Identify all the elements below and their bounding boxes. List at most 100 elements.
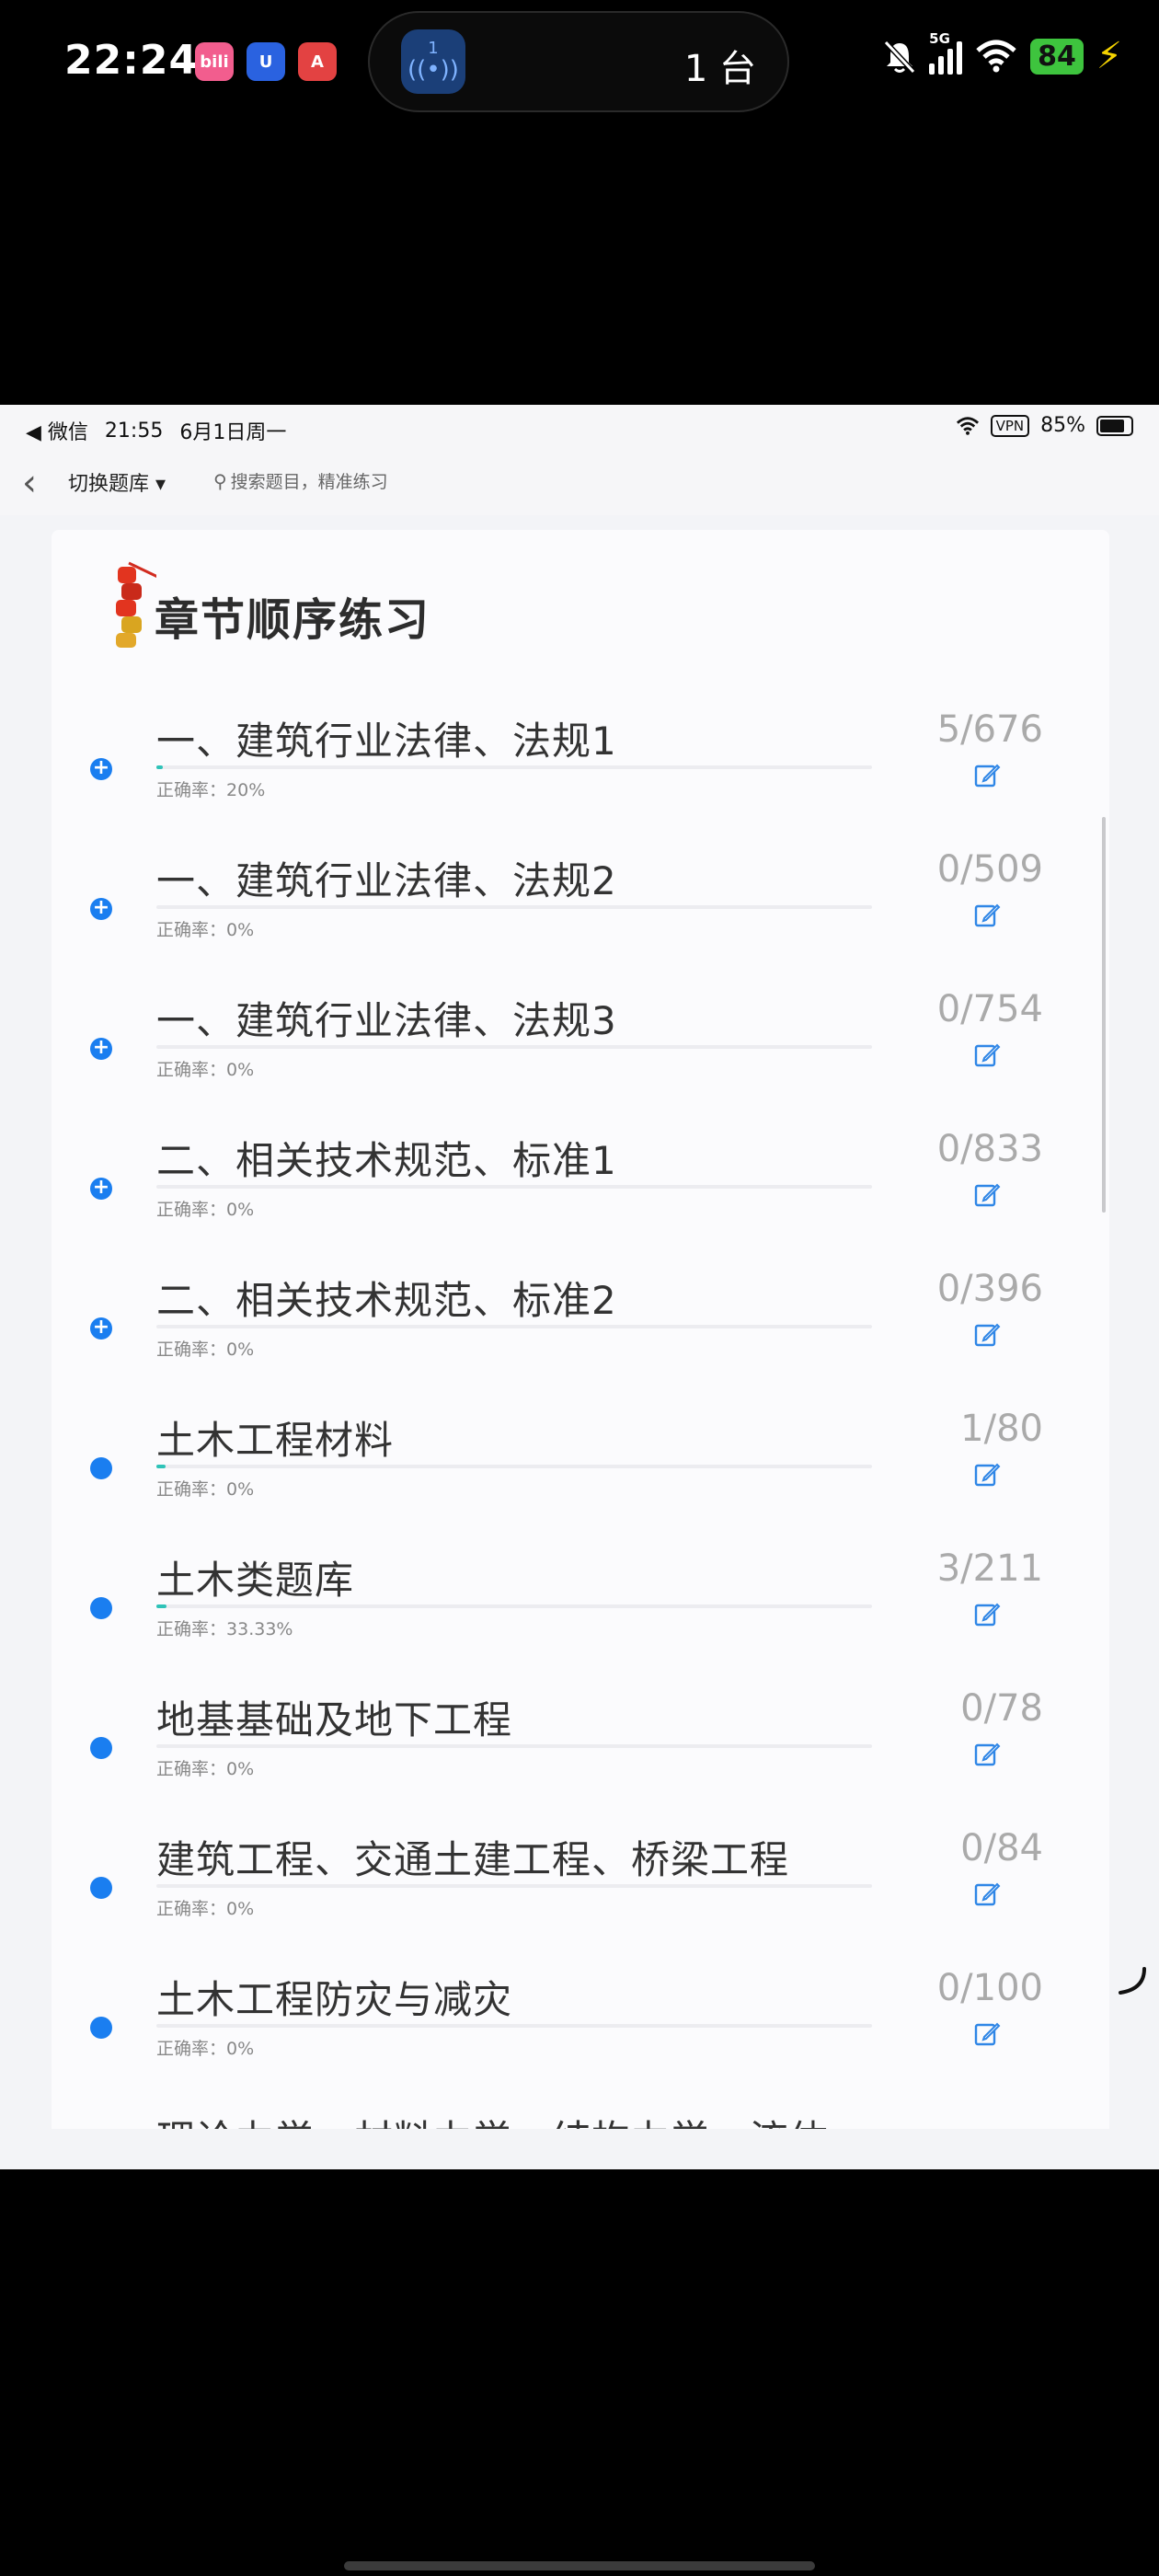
chapter-title[interactable]: 建筑工程、交通土建工程、桥梁工程 (156, 1829, 789, 1885)
progress-fill (156, 1604, 167, 1608)
search-input[interactable]: ⚲ 搜索题目，精准练习 (213, 468, 388, 493)
vpn-badge: VPN (990, 414, 1030, 437)
chapter-title[interactable]: 二、相关技术规范、标准2 (156, 1270, 617, 1326)
top-nav-bar: ‹ 切换题库 ▾ ⚲ 搜索题目，精准练习 (0, 451, 1159, 515)
shield-app-icon: U (247, 42, 285, 81)
chapter-row[interactable]: + 一、建筑行业法律、法规2 正确率：0% 0/509 (52, 848, 1109, 994)
phone-clock: 22:24 (64, 37, 199, 84)
inner-date: 6月1日周一 (179, 421, 287, 444)
expand-plus-icon[interactable]: + (90, 1317, 112, 1340)
inner-battery-icon (1096, 415, 1133, 436)
edit-icon[interactable] (973, 1601, 1001, 1628)
progress-count: 3/211 (936, 1547, 1043, 1590)
bottom-bar (0, 2129, 1159, 2169)
chapter-title[interactable]: 一、建筑行业法律、法规1 (156, 710, 617, 766)
progress-count: 0/754 (936, 988, 1043, 1030)
switch-question-bank-button[interactable]: 切换题库 ▾ (68, 467, 166, 497)
dynamic-island[interactable]: 1 ((•)) 1 台 (368, 11, 789, 112)
chapter-title[interactable]: 二、相关技术规范、标准1 (156, 1130, 617, 1186)
progress-fill (156, 1465, 166, 1468)
chapter-title[interactable]: 土木工程材料 (156, 1409, 394, 1466)
firecracker-icon (116, 561, 156, 648)
section-title: 章节顺序练习 (155, 594, 431, 646)
back-to-wechat-link[interactable]: ◀ 微信 (26, 416, 88, 445)
edit-icon[interactable] (973, 1321, 1001, 1349)
progress-bar (156, 765, 872, 769)
bell-muted-icon (883, 40, 916, 75)
accuracy-text: 正确率：0% (156, 920, 255, 940)
progress-bar (156, 905, 872, 909)
loading-spinner-icon (1119, 1967, 1146, 1995)
battery-level: 84 (1030, 38, 1084, 75)
wifi-icon (976, 40, 1016, 73)
island-device-count: 1 台 (683, 48, 756, 90)
bilibili-icon: bili (195, 42, 234, 81)
progress-bar (156, 1185, 872, 1189)
accuracy-text: 正确率：0% (156, 1759, 255, 1779)
expand-plus-icon[interactable]: + (90, 1038, 112, 1060)
chapter-title[interactable]: 一、建筑行业法律、法规3 (156, 990, 617, 1046)
progress-count: 0/509 (936, 848, 1043, 891)
progress-count: 5/676 (936, 708, 1043, 751)
chapter-row[interactable]: + 一、建筑行业法律、法规3 正确率：0% 0/754 (52, 988, 1109, 1133)
chapter-row[interactable]: + 二、相关技术规范、标准1 正确率：0% 0/833 (52, 1128, 1109, 1273)
edit-icon[interactable] (973, 1880, 1001, 1908)
chapter-dot-icon (90, 1737, 112, 1759)
chapter-row[interactable]: 土木工程防灾与减灾正确率：0% 0/100 (52, 1967, 1109, 2112)
inner-wifi-icon (956, 416, 979, 435)
back-chevron-icon[interactable]: ‹ (22, 462, 37, 504)
accuracy-text: 正确率：33.33% (156, 1619, 293, 1639)
expand-plus-icon[interactable]: + (90, 758, 112, 780)
charging-bolt-icon: ⚡ (1096, 35, 1122, 77)
hotspot-icon: 1 ((•)) (401, 29, 465, 94)
expand-plus-icon[interactable]: + (90, 1178, 112, 1200)
progress-count: 0/78 (960, 1687, 1043, 1730)
accuracy-text: 正确率：0% (156, 1899, 255, 1919)
inner-battery-percent: 85% (1040, 414, 1085, 437)
chapter-row[interactable]: + 一、建筑行业法律、法规1 正确率：20% 5/676 (52, 708, 1109, 854)
chapter-practice-card: 章节顺序练习 + 一、建筑行业法律、法规1 正确率：20% 5/676 + 一、建筑行业… (52, 530, 1109, 2169)
edit-icon[interactable] (973, 1461, 1001, 1489)
scroll-indicator[interactable] (1102, 817, 1106, 1213)
chapter-title[interactable]: 一、建筑行业法律、法规2 (156, 850, 617, 906)
chapter-row[interactable]: 土木工程材料 正确率：0% 1/80 (52, 1408, 1109, 1553)
chapter-dot-icon (90, 2017, 112, 2039)
progress-bar (156, 1884, 872, 1888)
home-indicator[interactable] (344, 2561, 815, 2570)
chapter-title[interactable]: 土木工程防灾与减灾 (156, 1969, 512, 2025)
chapter-title[interactable]: 地基基础及地下工程 (156, 1689, 512, 1745)
edit-icon[interactable] (973, 762, 1001, 789)
progress-bar (156, 1045, 872, 1049)
phone-status-bar: 22:24 bili U A 1 ((•)) 1 台 5G 84 ⚡ (0, 0, 1159, 129)
edit-icon[interactable] (973, 902, 1001, 929)
chapter-dot-icon (90, 1457, 112, 1479)
edit-icon[interactable] (973, 1181, 1001, 1209)
chapter-row[interactable]: 土木类题库正确率：33.33% 3/211 (52, 1547, 1109, 1693)
progress-bar (156, 1604, 872, 1608)
accuracy-text: 正确率：0% (156, 2039, 255, 2059)
progress-bar (156, 1744, 872, 1748)
progress-fill (156, 765, 163, 769)
progress-count: 0/100 (936, 1967, 1043, 2009)
inner-status-bar: ◀ 微信 21:55 6月1日周一 VPN 85% (0, 405, 1159, 451)
progress-bar (156, 2024, 872, 2028)
accuracy-text: 正确率：20% (156, 780, 266, 800)
inner-time: 21:55 (104, 419, 164, 443)
app-screen: ◀ 微信 21:55 6月1日周一 VPN 85% ‹ 切换题库 ▾ ⚲ 搜索题目… (0, 405, 1159, 2169)
chapter-row[interactable]: 建筑工程、交通土建工程、桥梁工程 正确率：0% 0/84 (52, 1827, 1109, 1972)
progress-bar (156, 1465, 872, 1468)
expand-plus-icon[interactable]: + (90, 898, 112, 920)
edit-icon[interactable] (973, 2020, 1001, 2048)
search-icon: ⚲ (213, 470, 227, 492)
progress-count: 1/80 (960, 1408, 1043, 1450)
edit-icon[interactable] (973, 1741, 1001, 1768)
progress-count: 0/396 (936, 1268, 1043, 1310)
edit-icon[interactable] (973, 1041, 1001, 1069)
status-indicators: 5G 84 ⚡ (883, 30, 1122, 77)
chapter-row[interactable]: 地基基础及地下工程正确率：0% 0/78 (52, 1687, 1109, 1833)
caret-down-icon: ▾ (149, 473, 166, 496)
chapter-row[interactable]: + 二、相关技术规范、标准2 正确率：0% 0/396 (52, 1268, 1109, 1413)
progress-count: 0/833 (936, 1128, 1043, 1170)
chapter-dot-icon (90, 1597, 112, 1619)
chapter-title[interactable]: 土木类题库 (156, 1549, 354, 1605)
